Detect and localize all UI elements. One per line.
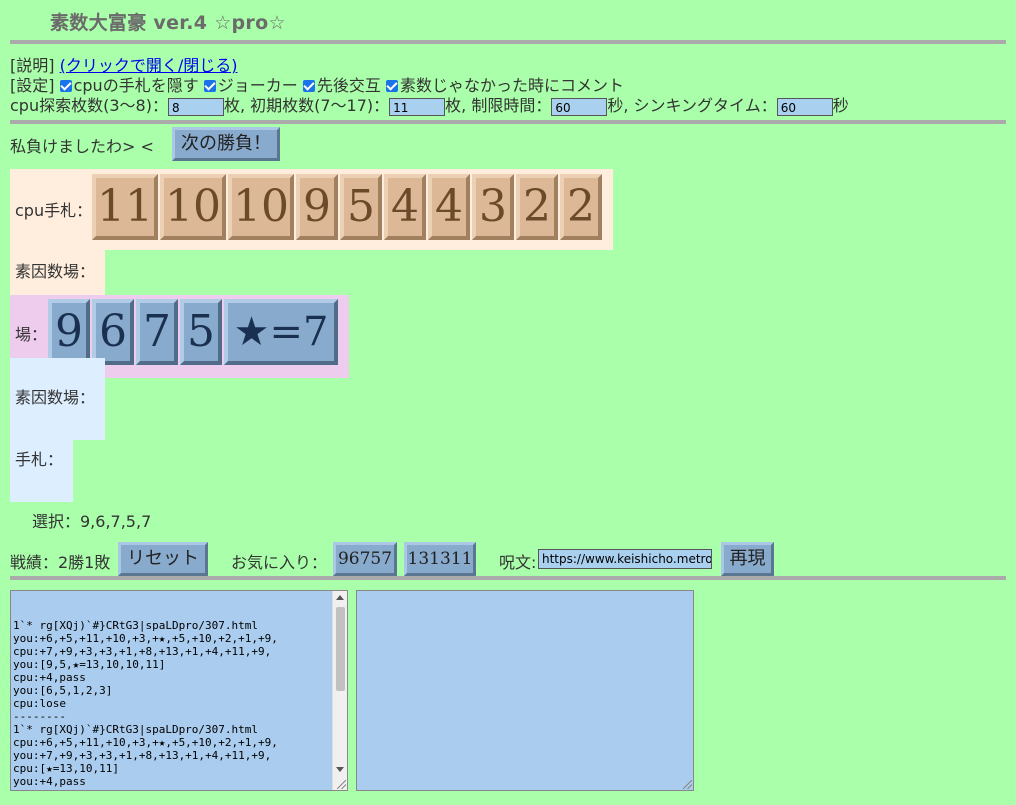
hide-cpu-hand-checkbox[interactable] (59, 80, 72, 92)
divider-record (10, 576, 1006, 580)
thinking-input[interactable]: 60 (776, 97, 833, 116)
scroll-up-icon[interactable] (336, 595, 344, 600)
field-card: 7 (136, 299, 178, 365)
scroll-down-icon[interactable] (336, 767, 344, 772)
cpu-card: 3 (472, 174, 514, 240)
joker-field-card: ★=7 (224, 299, 338, 365)
spell-label: 呪文: (499, 553, 537, 572)
cpu-card: 10 (160, 174, 226, 240)
game-log-text: 1`* rg[XQj)`#}CRtG3|spaLDpro/307.html yo… (13, 619, 278, 790)
resize-grip-icon[interactable] (337, 780, 346, 789)
field-label: 場： (15, 325, 48, 344)
cpu-hand-cards: 11 10 10 9 5 4 4 3 2 2 (92, 174, 612, 240)
time-limit-input[interactable]: 60 (551, 97, 608, 116)
thinking-label: 秒, シンキングタイム： (607, 96, 777, 115)
cpu-card: 2 (516, 174, 558, 240)
thinking-unit: 秒 (832, 96, 849, 115)
scroll-thumb[interactable] (336, 607, 345, 691)
divider-top (10, 40, 1006, 44)
field-cards: 9 6 7 5 ★=7 (48, 299, 348, 365)
spell-input[interactable]: https://www.keishicho.metro. (538, 549, 712, 569)
field-card: 6 (92, 299, 134, 365)
game-log-textarea[interactable]: 1`* rg[XQj)`#}CRtG3|spaLDpro/307.html yo… (10, 590, 348, 791)
favorites-label: お気に入り： (231, 553, 328, 572)
time-limit-label: 枚, 制限時間： (445, 96, 552, 115)
alternate-first-checkbox[interactable] (302, 80, 315, 92)
cpu-card: 10 (228, 174, 294, 240)
joker-checkbox[interactable] (203, 80, 216, 92)
replay-button[interactable]: 再現 (721, 542, 774, 576)
player-hand-label: 手札： (15, 450, 64, 469)
cpu-card: 2 (560, 174, 602, 240)
resize-grip-icon[interactable] (683, 780, 692, 789)
app-title: 素数大富豪 ver.4 ☆pro☆ (50, 12, 286, 34)
initial-count-input[interactable]: 11 (389, 97, 446, 116)
initial-count-label: 枚, 初期枚数(7〜17)： (223, 96, 390, 115)
comment-textarea[interactable] (356, 590, 694, 791)
next-game-button[interactable]: 次の勝負！ (172, 127, 280, 161)
record-label: 戦績：2勝1敗 (10, 553, 111, 572)
cpu-factor-label: 素因数場： (15, 262, 96, 281)
cpu-card: 5 (340, 174, 382, 240)
status-message: 私負けましたわ> < (10, 137, 154, 156)
selection-text: 選択：9,6,7,5,7 (32, 512, 152, 531)
favorite-131311-button[interactable]: 131311 (404, 542, 476, 576)
cpu-card: 4 (428, 174, 470, 240)
cpu-card: 9 (296, 174, 338, 240)
comment-checkbox[interactable] (386, 80, 399, 92)
favorite-96757-button[interactable]: 96757 (333, 542, 397, 576)
field-card: 9 (48, 299, 90, 365)
cpu-card: 11 (92, 174, 158, 240)
numeric-settings-row: cpu探索枚数(3〜8)： 8 枚, 初期枚数(7〜17)： 11 枚, 制限時間： 60… (10, 92, 849, 116)
cpu-search-label: cpu探索枚数(3〜8)： (10, 96, 168, 115)
cpu-card: 4 (384, 174, 426, 240)
cpu-search-input[interactable]: 8 (167, 97, 224, 116)
cpu-hand-label: cpu手札： (15, 201, 93, 220)
log-scrollbar[interactable] (332, 591, 347, 790)
field-factor-label: 素因数場： (15, 388, 96, 407)
divider-settings (10, 120, 1006, 124)
reset-button[interactable]: リセット (118, 542, 208, 576)
field-card: 5 (180, 299, 222, 365)
